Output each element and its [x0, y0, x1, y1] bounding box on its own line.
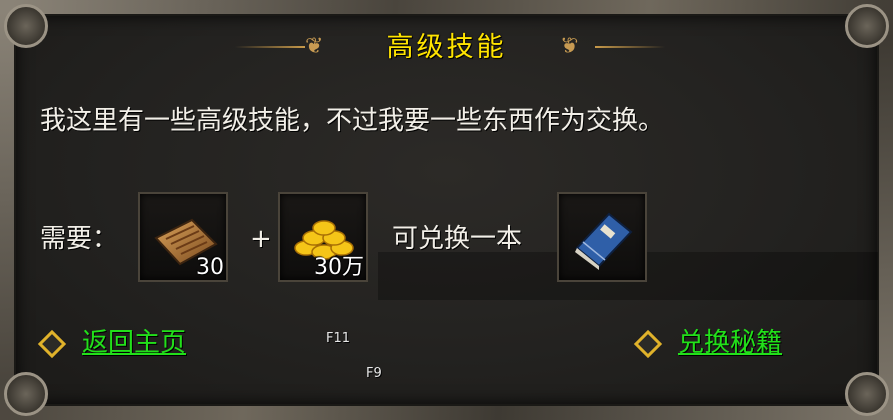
hotkey-hint-f9: F9	[366, 366, 382, 381]
frame-corner-top-left	[4, 4, 48, 48]
exchange-text: 可兑换一本	[392, 224, 523, 254]
item-slot-gold[interactable]: 30万	[278, 192, 368, 282]
frame-corner-top-right	[845, 4, 889, 48]
dialog-title: 高级技能	[386, 32, 507, 63]
exchange-book-link[interactable]: 兑换秘籍	[678, 325, 782, 361]
frame-corner-bottom-right	[845, 372, 889, 416]
requirement-label: 需要：	[40, 224, 119, 254]
title-divider-right	[595, 46, 665, 48]
item-slot-scroll[interactable]: 30	[138, 192, 228, 282]
gold-count: 30万	[314, 255, 364, 280]
title-divider-left	[235, 46, 305, 48]
back-to-main-link[interactable]: 返回主页	[82, 325, 186, 361]
skill-book-icon	[575, 212, 633, 270]
plus-sign: +	[250, 224, 272, 254]
dialog-description: 我这里有一些高级技能，不过我要一些东西作为交换。	[40, 106, 665, 136]
hotkey-hint-f11: F11	[326, 331, 351, 346]
scroll-count: 30	[196, 255, 224, 280]
item-slot-skill-book[interactable]	[557, 192, 647, 282]
frame-corner-bottom-left	[4, 372, 48, 416]
